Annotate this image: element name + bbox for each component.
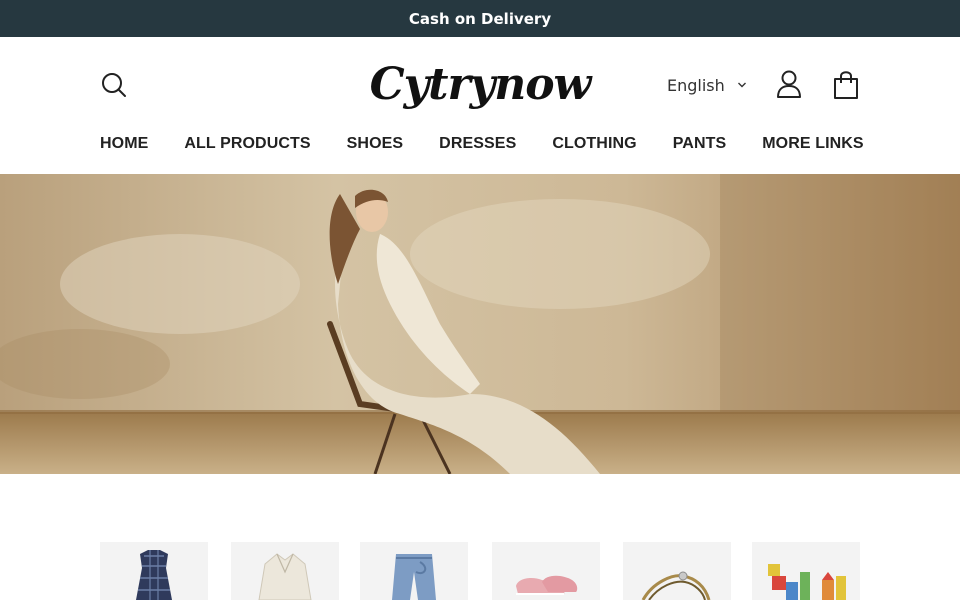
category-tile-pants[interactable] bbox=[360, 542, 468, 600]
category-tile-toys[interactable] bbox=[752, 542, 860, 600]
site-header: Cytrynow English HOME ALL PRODUCTS SHOES… bbox=[0, 37, 960, 174]
hero-banner-image bbox=[0, 174, 960, 474]
nav-home[interactable]: HOME bbox=[100, 135, 148, 153]
bracelet-image bbox=[623, 542, 731, 600]
category-tile-accessories[interactable] bbox=[623, 542, 731, 600]
nav-pants[interactable]: PANTS bbox=[673, 135, 727, 153]
announcement-text: Cash on Delivery bbox=[408, 9, 552, 28]
cart-button[interactable] bbox=[833, 69, 859, 99]
nav-more-links[interactable]: MORE LINKS bbox=[762, 135, 863, 153]
white-blouse-image bbox=[231, 542, 339, 600]
user-icon bbox=[777, 70, 801, 98]
category-tile-tops[interactable] bbox=[231, 542, 339, 600]
search-button[interactable] bbox=[100, 71, 128, 99]
category-strip bbox=[100, 542, 860, 600]
plaid-dress-image bbox=[100, 542, 208, 600]
site-logo[interactable]: Cytrynow bbox=[370, 49, 592, 119]
search-icon bbox=[102, 73, 126, 97]
language-label: English bbox=[667, 75, 725, 95]
nav-shoes[interactable]: SHOES bbox=[347, 135, 404, 153]
category-tile-shoes[interactable] bbox=[492, 542, 600, 600]
account-button[interactable] bbox=[776, 70, 802, 98]
building-blocks-image bbox=[752, 542, 860, 600]
nav-all-products[interactable]: ALL PRODUCTS bbox=[184, 135, 310, 153]
pink-sneakers-image bbox=[492, 542, 600, 600]
main-navigation: HOME ALL PRODUCTS SHOES DRESSES CLOTHING… bbox=[100, 135, 864, 153]
nav-clothing[interactable]: CLOTHING bbox=[552, 135, 636, 153]
chevron-down-icon bbox=[737, 82, 746, 88]
shopping-bag-icon bbox=[834, 71, 858, 99]
language-selector[interactable]: English bbox=[667, 73, 747, 97]
hero-banner[interactable] bbox=[0, 174, 960, 474]
jeans-image bbox=[360, 542, 468, 600]
announcement-bar: Cash on Delivery bbox=[0, 0, 960, 37]
category-tile-dresses[interactable] bbox=[100, 542, 208, 600]
nav-dresses[interactable]: DRESSES bbox=[439, 135, 516, 153]
